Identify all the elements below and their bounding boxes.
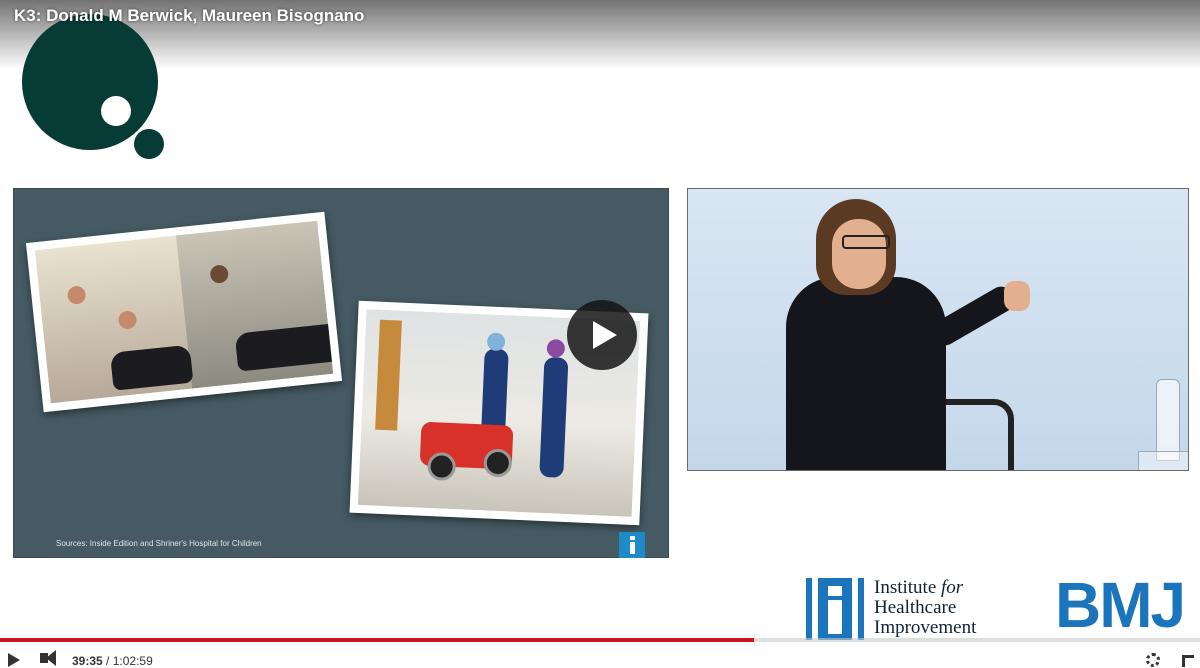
slide-source-caption: Sources: Inside Edition and Shriner's Ho… [56,539,262,548]
ihi-mark-icon [806,578,864,640]
time-separator: / [106,654,110,668]
ihi-name-line3: Improvement [874,617,977,638]
speaker-video [687,188,1189,471]
fullscreen-icon[interactable] [1182,655,1194,667]
player-controls: 39:35 / 1:02:59 [0,645,1200,668]
progress-bar[interactable] [0,638,1200,642]
play-icon [593,321,617,349]
current-time: 39:35 [72,654,103,668]
bmj-logo: BMJ [1055,569,1186,641]
video-title[interactable]: K3: Donald M Berwick, Maureen Bisognano [14,6,364,26]
water-bottle [1156,379,1180,461]
ihi-name-line2: Healthcare [874,597,957,618]
progress-played [0,638,755,642]
volume-icon[interactable] [40,650,56,666]
ihi-name-for: for [941,577,964,598]
duration: 1:02:59 [112,654,153,668]
play-button[interactable] [567,300,637,370]
time-display: 39:35 / 1:02:59 [72,654,153,668]
slide-photo-kids-cars [25,211,343,413]
ihi-logo: Institute for Healthcare Improvement [806,578,1002,642]
presentation-slide: Sources: Inside Edition and Shriner's Ho… [13,188,669,558]
ihi-name-line1: Institute [874,577,937,598]
ihi-small-logo [619,532,645,558]
